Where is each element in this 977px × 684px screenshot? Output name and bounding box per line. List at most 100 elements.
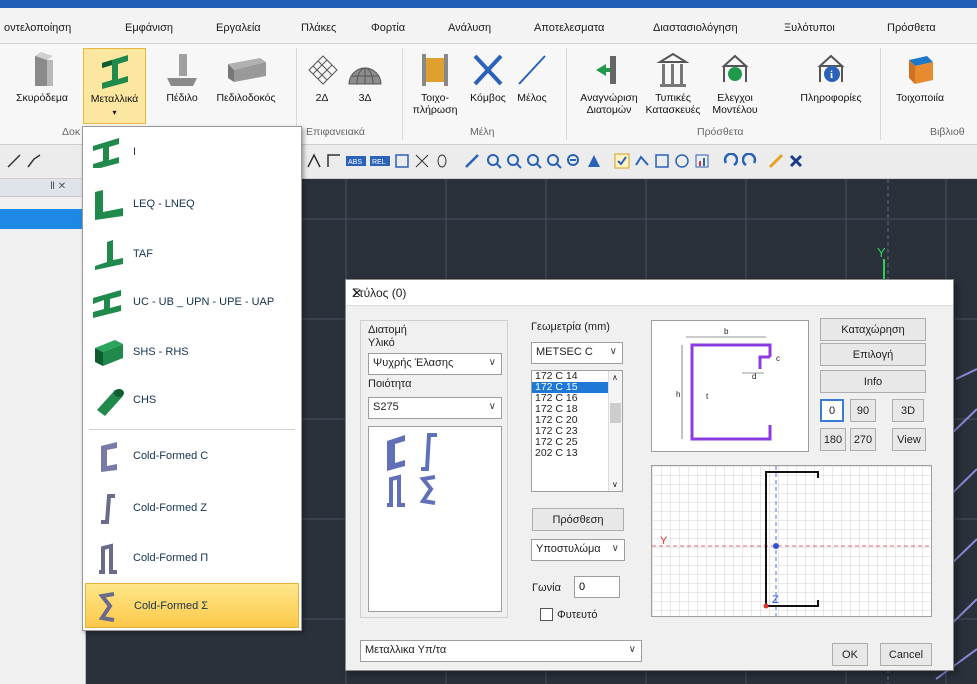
- undo-icon[interactable]: [722, 153, 738, 169]
- strip-footing-button[interactable]: Πεδιλοδοκός: [210, 52, 282, 104]
- surface-3d-button[interactable]: 3Δ: [345, 52, 385, 104]
- panel-pin-close[interactable]: Ⅱ ✕: [50, 181, 66, 192]
- panel-selected-row[interactable]: [0, 209, 85, 229]
- menu-item-chs[interactable]: CHS: [85, 377, 299, 422]
- grid-toggle-icon[interactable]: [694, 153, 710, 169]
- infill-wall-label-2: πλήρωση: [412, 104, 458, 116]
- scroll-down-icon[interactable]: ∨: [612, 480, 618, 489]
- polyline-tool-icon[interactable]: [26, 153, 42, 169]
- section-recognition-button[interactable]: Αναγνώριση Διατομών: [576, 52, 642, 116]
- infill-wall-button[interactable]: Τοιχο- πλήρωση: [410, 52, 460, 116]
- show-lines-icon[interactable]: [634, 153, 650, 169]
- menu-item-i-beam[interactable]: I: [85, 129, 299, 174]
- planted-checkbox[interactable]: [540, 608, 553, 621]
- rotation-180-button[interactable]: 180: [820, 428, 846, 451]
- pencil-icon[interactable]: [464, 153, 480, 169]
- toggle-checked-icon[interactable]: [614, 153, 630, 169]
- node-button[interactable]: Κόμβος: [468, 52, 508, 104]
- brush-icon[interactable]: [768, 153, 784, 169]
- footing-button[interactable]: Πέδιλο: [158, 52, 206, 104]
- tab-tools[interactable]: Εργαλεία: [216, 22, 261, 34]
- section-shape-picker[interactable]: [368, 426, 502, 612]
- quality-select[interactable]: S275 ∨: [368, 397, 502, 419]
- attach-icon[interactable]: [434, 153, 450, 169]
- menu-item-cold-formed-pi[interactable]: Cold-Formed Π: [85, 535, 299, 580]
- profile-list[interactable]: 172 C 14 172 C 15 172 C 16 172 C 18 172 …: [531, 370, 623, 492]
- concrete-button-label: Σκυρόδεμα: [16, 92, 68, 104]
- view-button[interactable]: View: [892, 428, 926, 451]
- add-button[interactable]: Πρόσθεση: [532, 508, 624, 531]
- perpendicular-icon[interactable]: [326, 153, 342, 169]
- material-select[interactable]: Ψυχρής Έλασης ∨: [368, 353, 502, 375]
- rel-coords-icon[interactable]: REL: [370, 153, 390, 169]
- concrete-button[interactable]: Σκυρόδεμα: [6, 52, 78, 104]
- list-scrollbar[interactable]: ∧ ∨: [608, 371, 622, 491]
- section-family-select[interactable]: Μεταλλικα Υπ/τα ∨: [360, 640, 642, 662]
- window-titlebar: [0, 0, 977, 8]
- show-elements-icon[interactable]: [674, 153, 690, 169]
- rotation-90-button[interactable]: 90: [850, 399, 876, 422]
- zoom-prev-icon[interactable]: [546, 153, 562, 169]
- cold-formed-shapes-icon: [387, 433, 437, 507]
- menu-item-taf[interactable]: TAF: [85, 231, 299, 276]
- member-button[interactable]: Μέλος: [512, 52, 552, 104]
- window-select-icon[interactable]: [394, 153, 410, 169]
- cross-select-icon[interactable]: [414, 153, 430, 169]
- menu-item-label: SHS - RHS: [133, 345, 189, 358]
- dialog-close-icon[interactable]: ✕: [352, 286, 943, 300]
- menu-item-label: Cold-Formed Σ: [134, 599, 209, 612]
- zoom-in-icon[interactable]: [506, 153, 522, 169]
- tab-extras[interactable]: Πρόσθετα: [887, 22, 936, 34]
- steel-button[interactable]: Μεταλλικά ▾: [83, 48, 146, 124]
- info-button[interactable]: i Πληροφορίες: [790, 52, 872, 104]
- menu-item-uc-ub[interactable]: UC - UB _ UPN - UPE - UAP: [85, 279, 299, 324]
- view-3d-button[interactable]: 3D: [892, 399, 924, 422]
- tab-results[interactable]: Αποτελεσματα: [534, 22, 604, 34]
- menu-item-cold-formed-c[interactable]: Cold-Formed C: [85, 433, 299, 478]
- panel-header: Ⅱ ✕: [0, 179, 85, 197]
- scroll-up-icon[interactable]: ∧: [612, 373, 618, 382]
- pan-icon[interactable]: [586, 153, 602, 169]
- menu-item-cold-formed-sigma[interactable]: Cold-Formed Σ: [85, 583, 299, 628]
- angle-section-icon: [95, 189, 123, 220]
- menu-item-shs-rhs[interactable]: SHS - RHS: [85, 329, 299, 374]
- group-separator: [402, 48, 403, 140]
- tee-section-icon: [95, 239, 123, 270]
- tab-slabs[interactable]: Πλάκες: [301, 22, 336, 34]
- delete-icon[interactable]: [788, 153, 804, 169]
- zoom-all-icon[interactable]: [526, 153, 542, 169]
- tab-formwork[interactable]: Ξυλότυποι: [784, 22, 835, 34]
- scroll-thumb[interactable]: [610, 403, 621, 423]
- redo-icon[interactable]: [742, 153, 758, 169]
- ok-button[interactable]: OK: [832, 643, 868, 666]
- typical-structures-button[interactable]: Τυπικές Κατασκευές: [644, 52, 702, 116]
- zoom-out-icon[interactable]: [566, 153, 582, 169]
- snap-icon[interactable]: [306, 153, 322, 169]
- surface-2d-button[interactable]: 2Δ: [304, 52, 340, 104]
- line-tool-icon[interactable]: [6, 153, 22, 169]
- info-dialog-button[interactable]: Info: [820, 370, 926, 393]
- tab-design[interactable]: Διαστασιολόγηση: [653, 22, 738, 34]
- element-type-value: Υποστυλώμα: [536, 543, 601, 555]
- chevron-down-icon: ∨: [609, 346, 617, 357]
- select-button[interactable]: Επιλογή: [820, 343, 926, 366]
- zoom-window-icon[interactable]: [486, 153, 502, 169]
- angle-input[interactable]: [574, 576, 620, 598]
- tab-view[interactable]: Εμφάνιση: [125, 22, 173, 34]
- element-type-select[interactable]: Υποστυλώμα ∨: [531, 539, 625, 561]
- rotation-0-button[interactable]: 0: [820, 399, 844, 422]
- grid-axis-y-label: Y: [660, 535, 668, 547]
- tab-modeling[interactable]: οντελοποίηση: [4, 22, 71, 34]
- masonry-button[interactable]: Τοιχοποιία: [888, 52, 952, 104]
- rotation-270-button[interactable]: 270: [850, 428, 876, 451]
- menu-item-angle[interactable]: LEQ - LNEQ: [85, 181, 299, 226]
- tab-loads[interactable]: Φορτία: [371, 22, 405, 34]
- model-checks-button[interactable]: Ελεγχοι Μοντέλου: [706, 52, 764, 116]
- show-nodes-icon[interactable]: [654, 153, 670, 169]
- menu-item-cold-formed-z[interactable]: Cold-Formed Z: [85, 485, 299, 530]
- geometry-select[interactable]: METSEC C ∨: [531, 342, 623, 364]
- abs-coords-icon[interactable]: ABS: [346, 153, 366, 169]
- cancel-button[interactable]: Cancel: [880, 643, 932, 666]
- register-button[interactable]: Καταχώρηση: [820, 318, 926, 341]
- tab-analysis[interactable]: Ανάλυση: [448, 22, 491, 34]
